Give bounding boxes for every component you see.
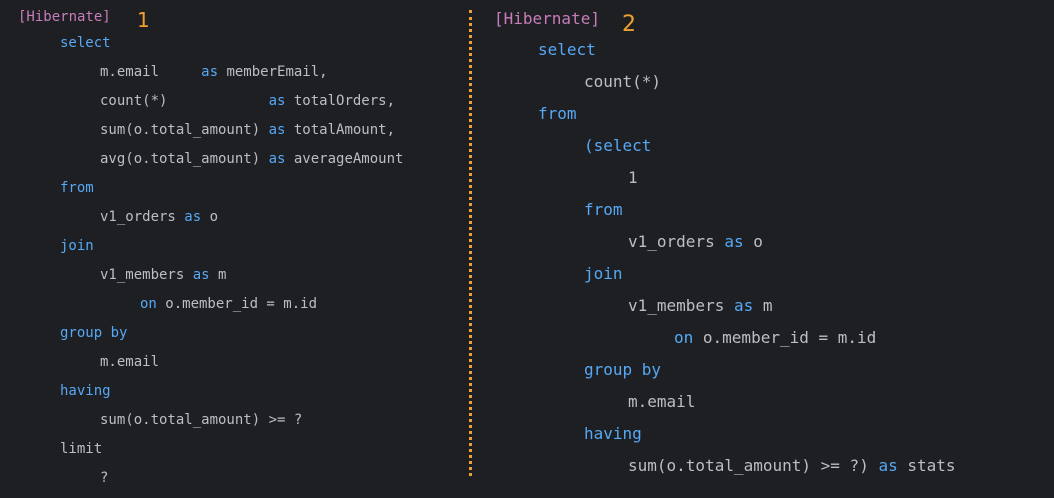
panel-divider xyxy=(469,10,472,476)
sql-keyword: from xyxy=(584,200,623,219)
sql-text: totalOrders, xyxy=(285,93,396,109)
sql-text: count(*) xyxy=(584,72,662,91)
log-tag: [Hibernate] xyxy=(18,9,111,25)
sql-text: m.email xyxy=(100,64,202,80)
sql-text: stats xyxy=(897,456,956,475)
right-query-line: on o.member_id = m.id xyxy=(674,330,876,346)
left-query-line: ? xyxy=(100,471,108,485)
annotation-marker-2: 2 xyxy=(622,12,636,37)
sql-keyword: as xyxy=(201,64,219,80)
sql-text: o.member_id = m.id xyxy=(693,328,877,347)
sql-text: m xyxy=(209,267,227,283)
sql-text: limit xyxy=(60,441,103,457)
sql-text: memberEmail, xyxy=(218,64,328,80)
left-query-line: sum(o.total_amount) >= ? xyxy=(100,413,302,427)
sql-keyword: join xyxy=(60,238,94,254)
left-query-line: avg(o.total_amount) as averageAmount xyxy=(100,152,403,166)
right-query-line: join xyxy=(584,266,623,282)
right-query-line: from xyxy=(538,106,577,122)
sql-text: averageAmount xyxy=(285,151,404,167)
sql-keyword: as xyxy=(878,456,898,475)
sql-keyword: on xyxy=(140,296,157,312)
sql-keyword: group by xyxy=(60,325,128,341)
right-query-line: having xyxy=(584,426,642,442)
log-tag: [Hibernate] xyxy=(494,9,600,28)
sql-keyword: as xyxy=(268,122,286,138)
left-query-line: from xyxy=(60,181,94,195)
right-query-line: (select xyxy=(584,138,651,154)
sql-keyword: join xyxy=(584,264,623,283)
sql-text: v1_orders xyxy=(100,209,185,225)
right-query-line: count(*) xyxy=(584,74,661,90)
sql-text: o xyxy=(201,209,219,225)
left-query-line: [Hibernate] xyxy=(18,10,111,24)
sql-text: m.email xyxy=(100,354,160,370)
sql-keyword: as xyxy=(268,151,286,167)
sql-keyword: group by xyxy=(584,360,662,379)
right-query-line: select xyxy=(538,42,596,58)
sql-text: ? xyxy=(100,470,109,486)
query-panel-right: [Hibernate] select count(*) from (select 1 fro… xyxy=(478,0,1054,498)
sql-keyword: as xyxy=(724,232,744,251)
sql-text: count(*) xyxy=(100,93,269,109)
sql-text: totalAmount, xyxy=(285,122,396,138)
left-query-line: count(*) as totalOrders, xyxy=(100,94,395,108)
right-query-line: m.email xyxy=(628,394,695,410)
sql-keyword: select xyxy=(60,35,111,51)
right-query-line: v1_orders as o xyxy=(628,234,763,250)
sql-keyword: as xyxy=(192,267,210,283)
left-query-line: on o.member_id = m.id xyxy=(140,297,317,311)
right-query-line: sum(o.total_amount) >= ?) as stats xyxy=(628,458,956,474)
left-query-line: select xyxy=(60,36,111,50)
sql-keyword: having xyxy=(60,383,111,399)
sql-keyword: (select xyxy=(584,136,652,155)
sql-text: sum(o.total_amount) >= ?) xyxy=(628,456,879,475)
sql-text: o xyxy=(743,232,763,251)
sql-keyword: from xyxy=(60,180,94,196)
right-query-line: [Hibernate] xyxy=(494,11,600,27)
sql-text: v1_orders xyxy=(628,232,725,251)
left-query-line: v1_members as m xyxy=(100,268,226,282)
sql-text: sum(o.total_amount) xyxy=(100,122,269,138)
sql-keyword: as xyxy=(268,93,286,109)
left-query-line: v1_orders as o xyxy=(100,210,218,224)
right-query-line: 1 xyxy=(628,170,638,186)
sql-keyword: select xyxy=(538,40,596,59)
left-query-line: having xyxy=(60,384,111,398)
sql-keyword: on xyxy=(674,328,694,347)
left-query-line: m.email as memberEmail, xyxy=(100,65,328,79)
left-query-line: group by xyxy=(60,326,127,340)
right-query-line: group by xyxy=(584,362,661,378)
left-query-line: m.email xyxy=(100,355,159,369)
sql-text: sum(o.total_amount) >= ? xyxy=(100,412,303,428)
annotation-marker-1: 1 xyxy=(137,8,150,32)
sql-text: o.member_id = m.id xyxy=(156,296,318,312)
sql-keyword: having xyxy=(584,424,642,443)
sql-text: v1_members xyxy=(100,267,193,283)
sql-text: m.email xyxy=(628,392,696,411)
sql-keyword: as xyxy=(184,209,202,225)
left-query-line: join xyxy=(60,239,94,253)
query-panel-left: [Hibernate] select m.email as memberEmail,… xyxy=(0,0,478,498)
sql-text: m xyxy=(753,296,773,315)
sql-text: v1_members xyxy=(628,296,734,315)
sql-keyword: as xyxy=(733,296,754,315)
sql-text: 1 xyxy=(628,168,638,187)
sql-text: avg(o.total_amount) xyxy=(100,151,269,167)
sql-keyword: from xyxy=(538,104,577,123)
right-query-line: v1_members as m xyxy=(628,298,773,314)
left-query-line: sum(o.total_amount) as totalAmount, xyxy=(100,123,395,137)
left-query-line: limit xyxy=(60,442,102,456)
right-query-line: from xyxy=(584,202,623,218)
